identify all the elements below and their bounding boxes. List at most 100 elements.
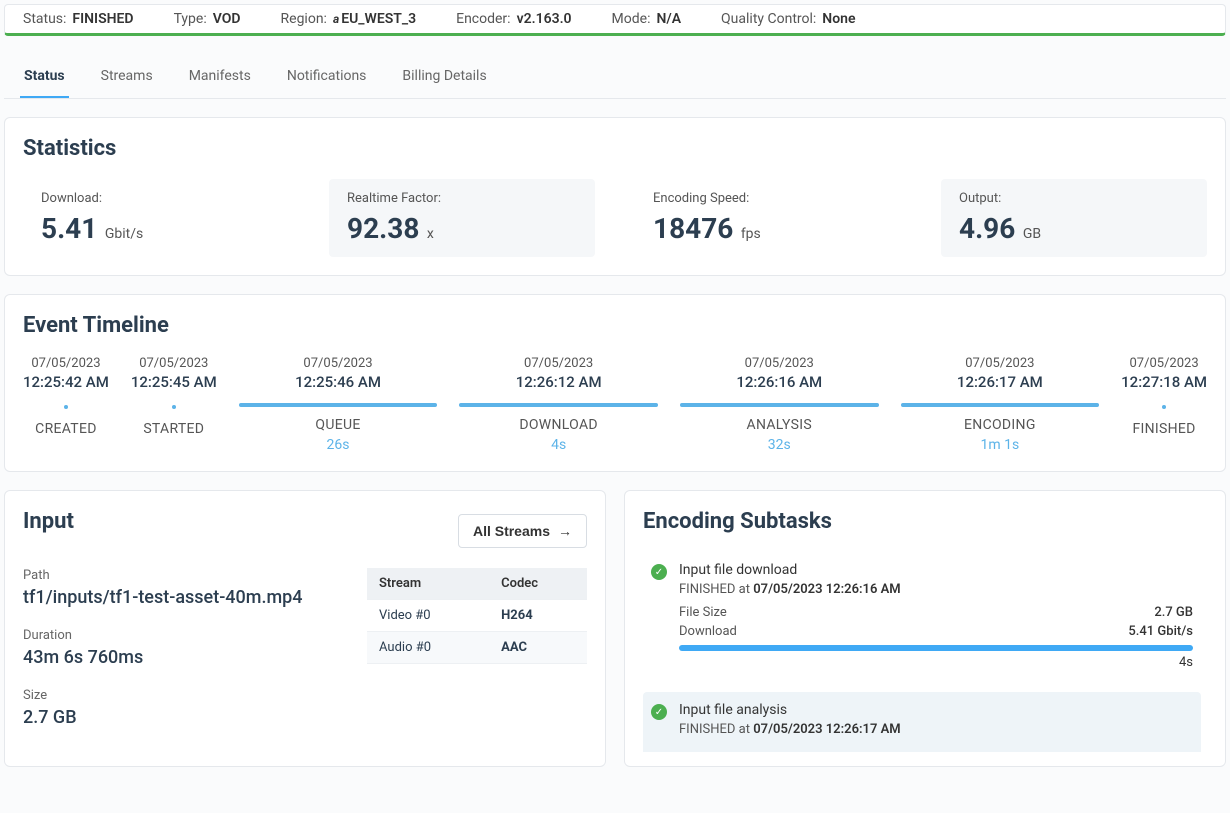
stat-realtime-label: Realtime Factor:: [347, 191, 577, 206]
timeline-item: 07/05/2023 12:26:12 AM DOWNLOAD 4s: [459, 356, 658, 453]
timeline-item: 07/05/202312:27:18 AMFINISHED: [1121, 356, 1207, 453]
region-value: aEU_WEST_3: [333, 11, 416, 27]
subtask-download-label: Download: [679, 624, 737, 639]
timeline-date: 07/05/2023: [131, 356, 217, 371]
stat-output-unit: GB: [1023, 226, 1041, 242]
subtask-status-ts: 07/05/2023 12:26:16 AM: [753, 582, 900, 597]
stat-download-unit: Gbit/s: [105, 226, 143, 242]
stat-output: Output: 4.96 GB: [941, 179, 1207, 257]
timeline-item: 07/05/2023 12:26:16 AM ANALYSIS 32s: [680, 356, 879, 453]
tab-notifications[interactable]: Notifications: [283, 58, 371, 98]
timeline-time: 12:26:12 AM: [459, 373, 658, 391]
timeline-label: STARTED: [131, 421, 217, 437]
status-value: FINISHED: [72, 11, 133, 27]
subtask-title: Input file download: [679, 562, 1193, 578]
timeline-title: Event Timeline: [23, 313, 1207, 338]
timeline-duration: 1m 1s: [901, 437, 1100, 453]
header-status: Status: FINISHED: [23, 11, 134, 27]
timeline-date: 07/05/2023: [239, 356, 438, 371]
stream-table: Stream Codec Video #0H264Audio #0AAC: [367, 568, 587, 664]
all-streams-label: All Streams: [473, 523, 550, 539]
timeline-dot: [64, 405, 68, 409]
col-codec: Codec: [489, 568, 587, 600]
input-title: Input: [23, 509, 74, 534]
header-region: Region: aEU_WEST_3: [281, 11, 417, 27]
tab-manifests[interactable]: Manifests: [185, 58, 255, 98]
status-label: Status:: [23, 11, 66, 27]
input-size: Size 2.7 GB: [23, 688, 337, 728]
stat-download-label: Download:: [41, 191, 271, 206]
subtask-filesize: File Size 2.7 GB: [679, 605, 1193, 620]
input-duration-value: 43m 6s 760ms: [23, 647, 337, 668]
input-duration: Duration 43m 6s 760ms: [23, 628, 337, 668]
timeline-duration: 32s: [680, 437, 879, 453]
subtask-duration: 4s: [679, 655, 1193, 670]
subtask-filesize-label: File Size: [679, 605, 727, 620]
timeline-date: 07/05/2023: [901, 356, 1100, 371]
timeline-label: ENCODING: [901, 417, 1100, 433]
subtask-status: FINISHED at 07/05/2023 12:26:16 AM: [679, 582, 1193, 597]
stat-speed-label: Encoding Speed:: [653, 191, 883, 206]
header-encoder: Encoder: v2.163.0: [456, 11, 571, 27]
qc-value: None: [822, 11, 855, 27]
stat-speed: Encoding Speed: 18476 fps: [635, 179, 901, 257]
timeline-card: Event Timeline 07/05/2023 12:25:42 AM CREA…: [4, 294, 1226, 472]
timeline-bar: [459, 403, 658, 407]
stat-realtime-unit: x: [427, 226, 434, 242]
subtask-status-prefix: FINISHED at: [679, 582, 753, 597]
type-label: Type:: [174, 11, 207, 27]
subtask-progress: [679, 645, 1193, 651]
aws-icon: a: [333, 12, 339, 26]
table-row: Video #0H264: [367, 600, 587, 632]
timeline-item: 07/05/202312:25:42 AMCREATED: [23, 356, 109, 453]
stat-realtime: Realtime Factor: 92.38 x: [329, 179, 595, 257]
timeline-row: 07/05/202312:25:42 AMCREATED07/05/202312…: [23, 356, 1207, 453]
tabs: Status Streams Manifests Notifications B…: [4, 58, 1226, 99]
input-path-value: tf1/inputs/tf1-test-asset-40m.mp4: [23, 587, 337, 608]
timeline-label: FINISHED: [1121, 421, 1207, 437]
status-header: Status: FINISHED Type: VOD Region: aEU_W…: [4, 4, 1226, 36]
header-mode: Mode: N/A: [612, 11, 682, 27]
input-path-label: Path: [23, 568, 337, 583]
subtask-download: Download 5.41 Gbit/s: [679, 624, 1193, 639]
subtasks-scroll[interactable]: ✓ Input file download FINISHED at 07/05/…: [643, 552, 1207, 752]
timeline-label: QUEUE: [239, 417, 438, 433]
subtask-status-ts: 07/05/2023 12:26:17 AM: [753, 722, 900, 737]
timeline-date: 07/05/2023: [459, 356, 658, 371]
timeline-bar: [901, 403, 1100, 407]
timeline-time: 12:25:46 AM: [239, 373, 438, 391]
timeline-dot: [1162, 405, 1166, 409]
stream-cell: Audio #0: [367, 632, 489, 664]
header-type: Type: VOD: [174, 11, 241, 27]
tab-status[interactable]: Status: [20, 58, 69, 98]
input-card: Input All Streams Path tf1/inputs/tf1-te…: [4, 490, 606, 767]
timeline-label: ANALYSIS: [680, 417, 879, 433]
statistics-card: Statistics Download: 5.41 Gbit/s Realtim…: [4, 117, 1226, 276]
timeline-item: 07/05/202312:26:17 AMENCODING1m 1s: [901, 356, 1100, 453]
timeline-date: 07/05/2023: [680, 356, 879, 371]
timeline-item: 07/05/202312:25:46 AMQUEUE26s: [239, 356, 438, 453]
timeline-duration: 4s: [459, 437, 658, 453]
stat-download: Download: 5.41 Gbit/s: [23, 179, 289, 257]
stat-download-value: 5.41: [41, 212, 97, 245]
timeline-label: DOWNLOAD: [459, 417, 658, 433]
timeline-time: 12:25:42 AM: [23, 373, 109, 391]
col-stream: Stream: [367, 568, 489, 600]
tab-billing[interactable]: Billing Details: [398, 58, 490, 98]
input-duration-label: Duration: [23, 628, 337, 643]
codec-cell: AAC: [489, 632, 587, 664]
timeline-time: 12:26:16 AM: [680, 373, 879, 391]
table-row: Audio #0AAC: [367, 632, 587, 664]
input-size-label: Size: [23, 688, 337, 703]
stat-output-label: Output:: [959, 191, 1189, 206]
subtask-title: Input file analysis: [679, 702, 1193, 718]
stat-realtime-value: 92.38: [347, 212, 419, 245]
timeline-bar: [680, 403, 879, 407]
all-streams-button[interactable]: All Streams: [458, 514, 587, 548]
tab-streams[interactable]: Streams: [97, 58, 157, 98]
stat-speed-unit: fps: [741, 226, 761, 242]
type-value: VOD: [213, 11, 241, 27]
encoder-label: Encoder:: [456, 11, 510, 27]
statistics-row: Download: 5.41 Gbit/s Realtime Factor: 9…: [23, 179, 1207, 257]
timeline-label: CREATED: [23, 421, 109, 437]
